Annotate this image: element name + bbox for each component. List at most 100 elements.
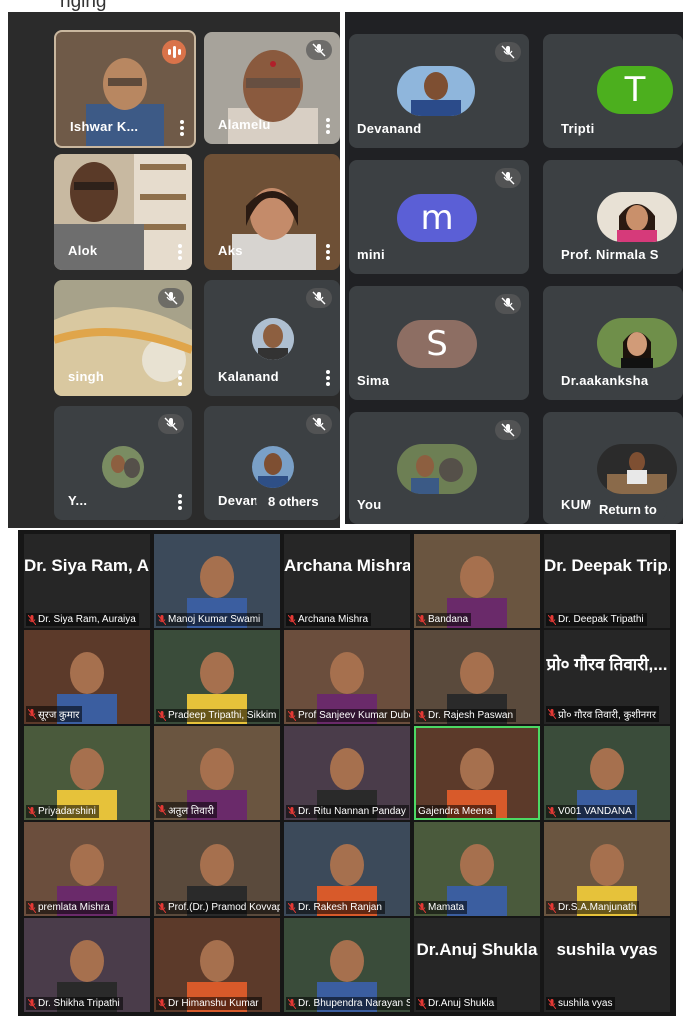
cropped-caption: nging [0, 0, 685, 12]
participant-avatar [597, 192, 677, 242]
participant-tile[interactable]: S Sima [349, 286, 529, 400]
zoom-participant-label: Dr. Bhupendra Narayan Sinha [286, 997, 410, 1010]
mic-off-icon [287, 902, 297, 913]
zoom-participant-label: Gajendra Meena [416, 805, 496, 818]
participant-avatar [597, 318, 677, 368]
participant-tile[interactable]: KUM Return to [543, 412, 683, 524]
zoom-participant-label: Bandana [416, 613, 472, 626]
zoom-participant-name: Dr. Deepak Tripathi [558, 614, 644, 625]
others-button[interactable]: 8 others [256, 488, 331, 515]
more-options-icon[interactable] [326, 244, 330, 260]
zoom-participant-tile[interactable]: अतुल तिवारी [154, 726, 280, 820]
zoom-participant-tile[interactable]: सूरज कुमार [24, 630, 150, 724]
mic-off-icon [27, 998, 37, 1009]
zoom-participant-tile[interactable]: Gajendra Meena [414, 726, 540, 820]
more-options-icon[interactable] [180, 120, 184, 136]
return-button[interactable]: Return to [589, 497, 667, 522]
zoom-participant-name: Priyadarshini [38, 806, 96, 817]
mic-off-icon [27, 614, 37, 625]
zoom-participant-tile[interactable]: Dr Himanshu Kumar [154, 918, 280, 1012]
person-head [200, 652, 234, 694]
zoom-participant-display-name: प्रो० गौरव तिवारी,... [546, 655, 668, 674]
participant-avatar: m [397, 194, 477, 242]
zoom-participant-name: Dr. Siya Ram, Auraiya [38, 614, 136, 625]
participant-tile[interactable]: You [349, 412, 529, 524]
zoom-participant-label: Dr. Siya Ram, Auraiya [26, 613, 139, 626]
zoom-participant-tile[interactable]: premlata Mishra [24, 822, 150, 916]
participant-tile[interactable]: Devanand [349, 34, 529, 148]
participant-name: Ishwar K... [70, 119, 139, 134]
more-options-icon[interactable] [326, 370, 330, 386]
zoom-participant-label: Mamata [416, 901, 468, 914]
mic-off-icon [306, 288, 332, 308]
mic-off-icon [417, 998, 427, 1009]
more-options-icon[interactable] [178, 494, 182, 510]
person-head [70, 844, 104, 886]
zoom-participant-name: premlata Mishra [38, 902, 110, 913]
zoom-participant-tile[interactable]: Priyadarshini [24, 726, 150, 820]
more-options-icon[interactable] [326, 118, 330, 134]
person-head [200, 940, 234, 982]
zoom-participant-tile[interactable]: Dr. Bhupendra Narayan Sinha [284, 918, 410, 1012]
zoom-participant-label: Dr. Rakesh Ranjan [286, 901, 385, 914]
zoom-participant-name: Prof Sanjeev Kumar Dubey [298, 710, 410, 721]
zoom-participant-display-name: Dr. Siya Ram, A... [24, 556, 150, 575]
zoom-participant-label: Priyadarshini [26, 805, 99, 818]
mic-off-icon [157, 710, 167, 721]
person-head [330, 748, 364, 790]
zoom-participant-tile[interactable]: Prof Sanjeev Kumar Dubey [284, 630, 410, 724]
participant-tile[interactable]: Kalanand [204, 280, 340, 396]
zoom-participant-tile[interactable]: Dr. Rakesh Ranjan [284, 822, 410, 916]
participant-tile[interactable]: Y... [54, 406, 192, 520]
zoom-participant-tile[interactable]: Dr. Ritu Nannan Panday [284, 726, 410, 820]
speaking-indicator-icon [162, 40, 186, 64]
zoom-participant-name: Dr. Bhupendra Narayan Sinha [298, 998, 410, 1009]
participant-name: mini [357, 247, 385, 262]
zoom-participant-tile[interactable]: Dr.S.A.Manjunath [544, 822, 670, 916]
participant-tile[interactable]: Alamelu [204, 32, 340, 144]
participant-avatar [597, 444, 677, 494]
zoom-participant-tile[interactable]: Prof.(Dr.) Pramod Kovvaprath [154, 822, 280, 916]
zoom-participant-tile[interactable]: प्रो० गौरव तिवारी,... प्रो० गौरव तिवारी, … [544, 630, 670, 724]
participant-tile[interactable]: Prof. Nirmala S [543, 160, 683, 274]
zoom-participant-display-name: Dr.Anuj Shukla [416, 940, 538, 959]
mic-off-icon [157, 902, 167, 913]
zoom-participant-tile[interactable]: Pradeep Tripathi, Sikkim [154, 630, 280, 724]
more-options-icon[interactable] [178, 244, 182, 260]
participant-tile[interactable]: Ishwar K... [54, 30, 196, 148]
zoom-participant-tile[interactable]: Dr. Shikha Tripathi [24, 918, 150, 1012]
participant-avatar [397, 444, 477, 494]
person-head [330, 940, 364, 982]
participant-tile[interactable]: Aks [204, 154, 340, 270]
zoom-participant-tile[interactable]: sushila vyas sushila vyas [544, 918, 670, 1012]
zoom-participant-tile[interactable]: Bandana [414, 534, 540, 628]
participant-name: Sima [357, 373, 390, 388]
zoom-participant-label: Pradeep Tripathi, Sikkim [156, 709, 280, 722]
more-options-icon[interactable] [178, 370, 182, 386]
zoom-participant-label: Dr.S.A.Manjunath [546, 901, 640, 914]
zoom-participant-tile[interactable]: Dr. Siya Ram, A... Dr. Siya Ram, Auraiya [24, 534, 150, 628]
zoom-participant-display-name: sushila vyas [556, 940, 658, 959]
mic-off-icon [495, 420, 521, 440]
zoom-participant-tile[interactable]: Mamata [414, 822, 540, 916]
zoom-participant-label: Prof.(Dr.) Pramod Kovvaprath [156, 901, 280, 914]
zoom-participant-tile[interactable]: Manoj Kumar Swami [154, 534, 280, 628]
participant-tile[interactable]: m mini [349, 160, 529, 274]
participant-tile[interactable]: Dr.aakanksha [543, 286, 683, 400]
participant-name: Dr.aakanksha [561, 373, 649, 388]
mic-off-icon [547, 806, 557, 817]
zoom-participant-tile[interactable]: Dr. Rajesh Paswan [414, 630, 540, 724]
person-head [330, 844, 364, 886]
zoom-participant-tile[interactable]: Archana Mishra Archana Mishra [284, 534, 410, 628]
person-head [70, 748, 104, 790]
mic-off-icon [157, 614, 167, 625]
participant-tile[interactable]: Alok [54, 154, 192, 270]
participant-tile[interactable]: T Tripti [543, 34, 683, 148]
zoom-participant-label: Dr. Deepak Tripathi [546, 613, 647, 626]
zoom-participant-tile[interactable]: Dr. Deepak Trip... Dr. Deepak Tripathi [544, 534, 670, 628]
zoom-participant-tile[interactable]: Dr.Anuj Shukla Dr.Anuj Shukla [414, 918, 540, 1012]
mic-off-icon [547, 614, 557, 625]
mic-off-icon [27, 708, 37, 720]
zoom-participant-tile[interactable]: V001 VANDANA [544, 726, 670, 820]
participant-tile[interactable]: singh [54, 280, 192, 396]
